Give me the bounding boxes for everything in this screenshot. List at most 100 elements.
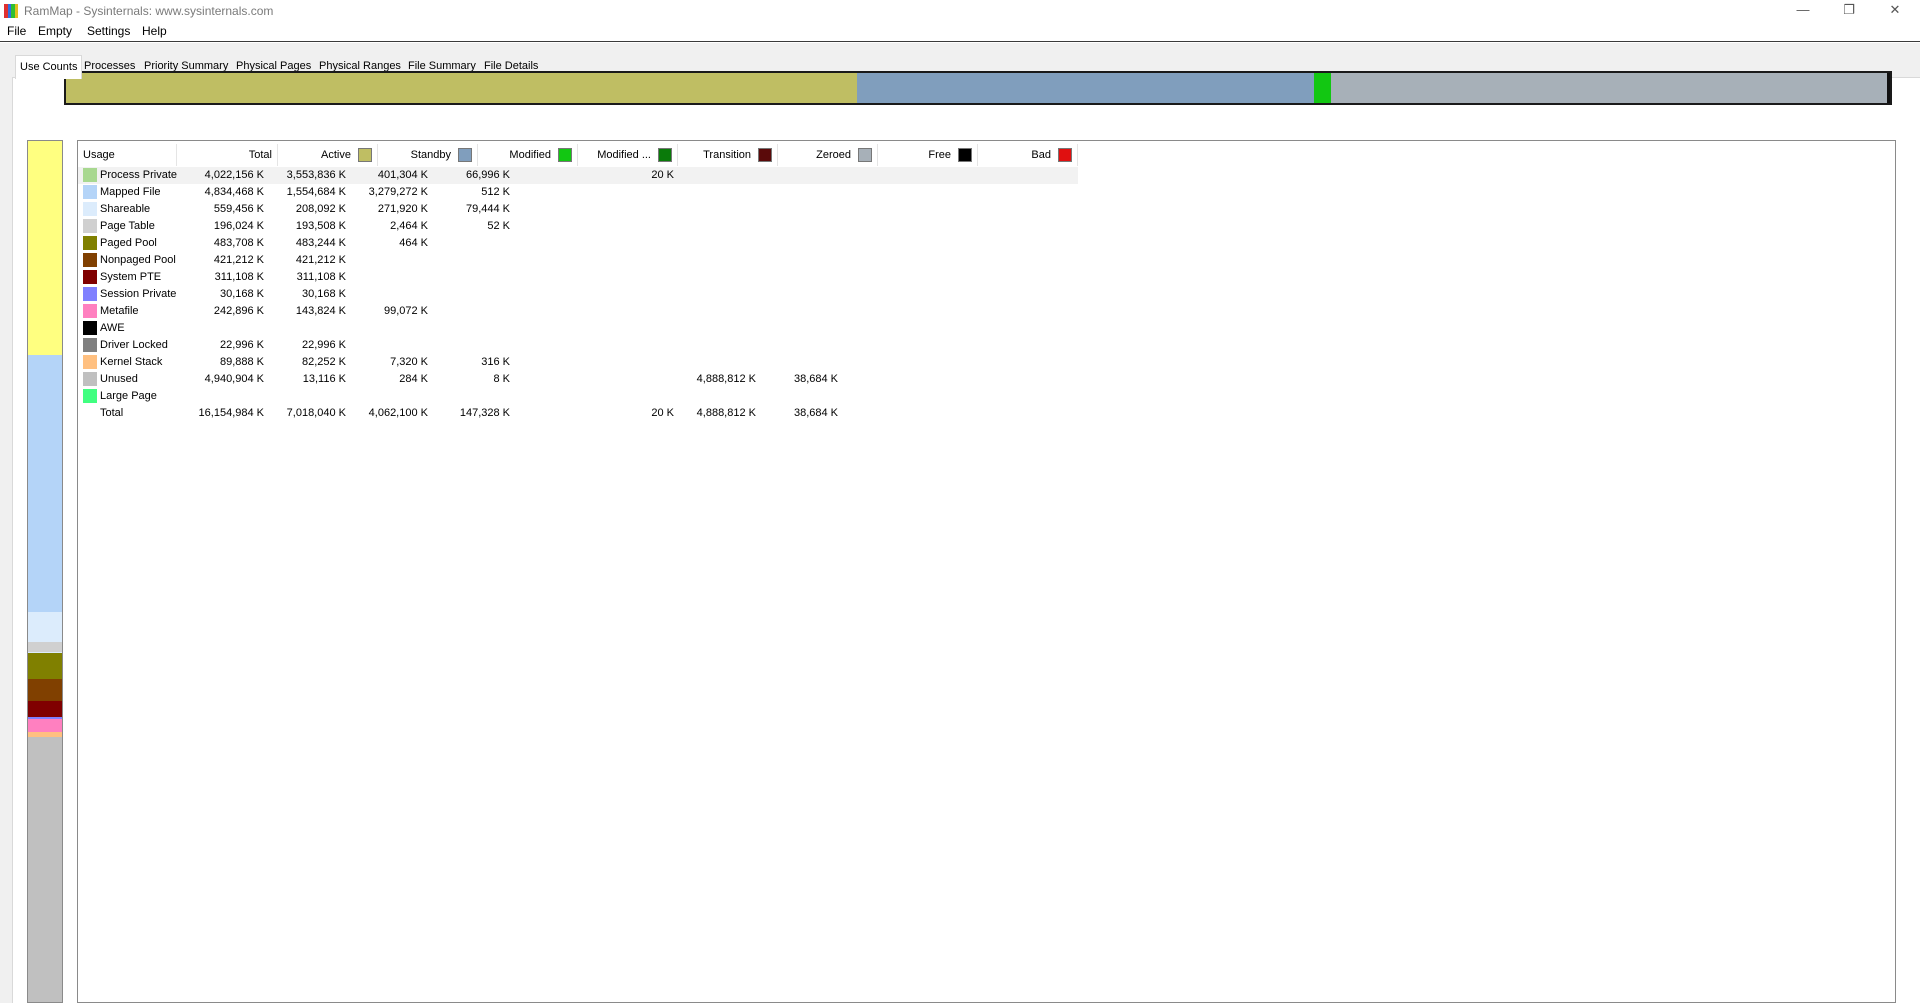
- tab-use-counts[interactable]: Use Counts: [15, 55, 83, 79]
- cell-usage: Session Private: [100, 288, 177, 300]
- menu-file[interactable]: File: [7, 24, 26, 38]
- column-label: Bad: [1031, 149, 1051, 161]
- column-label: Modified ...: [597, 149, 651, 161]
- column-header-modified[interactable]: Modified: [478, 144, 578, 166]
- cell-total: 4,022,156 K: [204, 169, 264, 181]
- cell-transition: 20 K: [651, 407, 674, 419]
- usage-color-swatch: [83, 219, 97, 233]
- column-label: Transition: [703, 149, 751, 161]
- table-row[interactable]: Page Table 196,024 K 193,508 K 2,464 K 52 K: [78, 218, 1078, 235]
- usage-bar-segment-mapped-file: [28, 355, 62, 612]
- cell-active: 193,508 K: [295, 220, 346, 232]
- cell-standby: 464 K: [399, 237, 428, 249]
- menu-bar: File Empty Settings Help: [0, 22, 1920, 42]
- cell-total: 4,834,468 K: [204, 186, 264, 198]
- close-button[interactable]: ✕: [1872, 0, 1918, 22]
- table-row[interactable]: Total 16,154,984 K 7,018,040 K 4,062,100 K 1…: [78, 405, 1078, 422]
- color-swatch: [658, 148, 672, 162]
- column-header-standby[interactable]: Standby: [378, 144, 478, 166]
- table-row[interactable]: Shareable 559,456 K 208,092 K 271,920 K 79,4…: [78, 201, 1078, 218]
- usage-bar-segment-shareable: [28, 612, 62, 642]
- table-row[interactable]: Kernel Stack 89,888 K 82,252 K 7,320 K 316 K: [78, 354, 1078, 371]
- cell-usage: Total: [100, 407, 124, 419]
- column-header-active[interactable]: Active: [278, 144, 378, 166]
- column-label: Usage: [83, 149, 115, 161]
- color-swatch: [758, 148, 772, 162]
- cell-modified: 147,328 K: [459, 407, 510, 419]
- column-label: Standby: [410, 149, 451, 161]
- column-header-bad[interactable]: Bad: [978, 144, 1078, 166]
- cell-active: 82,252 K: [301, 356, 346, 368]
- table-row[interactable]: Paged Pool 483,708 K 483,244 K 464 K: [78, 235, 1078, 252]
- table-row[interactable]: Mapped File 4,834,468 K 1,554,684 K 3,279,2…: [78, 184, 1078, 201]
- table-row[interactable]: System PTE 311,108 K 311,108 K: [78, 269, 1078, 286]
- color-swatch: [358, 148, 372, 162]
- cell-free: 38,684 K: [793, 407, 838, 419]
- column-header-modified-no-write[interactable]: Modified ...: [578, 144, 678, 166]
- table-row[interactable]: Unused 4,940,904 K 13,116 K 284 K 8 K 4,888,8…: [78, 371, 1078, 388]
- usage-bar-segment-nonpaged-pool: [28, 679, 62, 701]
- cell-modified: 52 K: [487, 220, 510, 232]
- cell-usage: Paged Pool: [100, 237, 157, 249]
- usage-bar-segment-page-table: [28, 642, 62, 652]
- window-title: RamMap - Sysinternals: www.sysinternals.…: [24, 4, 274, 18]
- table-row[interactable]: Nonpaged Pool 421,212 K 421,212 K: [78, 252, 1078, 269]
- cell-standby: 3,279,272 K: [368, 186, 428, 198]
- cell-usage: Nonpaged Pool: [100, 254, 176, 266]
- cell-zeroed: 4,888,812 K: [696, 407, 756, 419]
- cell-active: 1,554,684 K: [286, 186, 346, 198]
- cell-active: 3,553,836 K: [286, 169, 346, 181]
- menu-help[interactable]: Help: [142, 24, 167, 38]
- table-row[interactable]: Driver Locked 22,996 K 22,996 K: [78, 337, 1078, 354]
- cell-total: 421,212 K: [213, 254, 264, 266]
- usage-bar-segment-unused: [28, 737, 62, 1000]
- cell-usage: System PTE: [100, 271, 162, 283]
- usage-bar-segment-process-private: [28, 141, 62, 355]
- memory-state-bar: [64, 71, 1892, 105]
- usage-color-swatch: [83, 389, 97, 403]
- column-header-usage[interactable]: Usage: [78, 144, 177, 166]
- column-header-zeroed[interactable]: Zeroed: [778, 144, 878, 166]
- color-swatch: [1058, 148, 1072, 162]
- cell-active: 13,116 K: [302, 373, 346, 385]
- table-row[interactable]: Metafile 242,896 K 143,824 K 99,072 K: [78, 303, 1078, 320]
- cell-total: 311,108 K: [214, 271, 264, 283]
- cell-total: 483,708 K: [213, 237, 264, 249]
- usage-bar-segment-metafile: [28, 719, 62, 732]
- menu-empty[interactable]: Empty: [38, 24, 72, 38]
- menu-settings[interactable]: Settings: [87, 24, 130, 38]
- cell-usage: Page Table: [100, 220, 155, 232]
- usage-color-swatch: [83, 321, 97, 335]
- table-row[interactable]: AWE: [78, 320, 1078, 337]
- usage-color-swatch: [83, 253, 97, 267]
- minimize-button[interactable]: —: [1780, 0, 1826, 22]
- cell-standby: 271,920 K: [377, 203, 428, 215]
- usage-color-swatch: [83, 372, 97, 386]
- usage-color-swatch: [83, 355, 97, 369]
- cell-usage: Process Private: [100, 169, 178, 181]
- column-header-transition[interactable]: Transition: [678, 144, 778, 166]
- cell-standby: 7,320 K: [390, 356, 428, 368]
- color-swatch: [858, 148, 872, 162]
- cell-total: 89,888 K: [219, 356, 264, 368]
- cell-total: 22,996 K: [219, 339, 264, 351]
- cell-total: 30,168 K: [219, 288, 264, 300]
- cell-standby: 284 K: [399, 373, 428, 385]
- column-header-free[interactable]: Free: [878, 144, 978, 166]
- cell-usage: Mapped File: [100, 186, 161, 198]
- usage-color-swatch: [83, 287, 97, 301]
- cell-total: 16,154,984 K: [198, 407, 264, 419]
- column-header-total[interactable]: Total: [178, 144, 278, 166]
- cell-standby: 99,072 K: [383, 305, 428, 317]
- cell-active: 30,168 K: [301, 288, 346, 300]
- cell-modified: 512 K: [481, 186, 510, 198]
- usage-bar-segment-paged-pool: [28, 653, 62, 679]
- table-row[interactable]: Session Private 30,168 K 30,168 K: [78, 286, 1078, 303]
- rammap-app-icon: [4, 4, 18, 18]
- table-header: Usage Total Active Standby Modified Modified …: [78, 144, 1078, 166]
- table-row[interactable]: Large Page: [78, 388, 1078, 405]
- table-row[interactable]: Process Private 4,022,156 K 3,553,836 K 401…: [78, 167, 1078, 184]
- cell-standby: 4,062,100 K: [368, 407, 428, 419]
- maximize-button[interactable]: ❐: [1826, 0, 1872, 22]
- cell-usage: Large Page: [100, 390, 157, 402]
